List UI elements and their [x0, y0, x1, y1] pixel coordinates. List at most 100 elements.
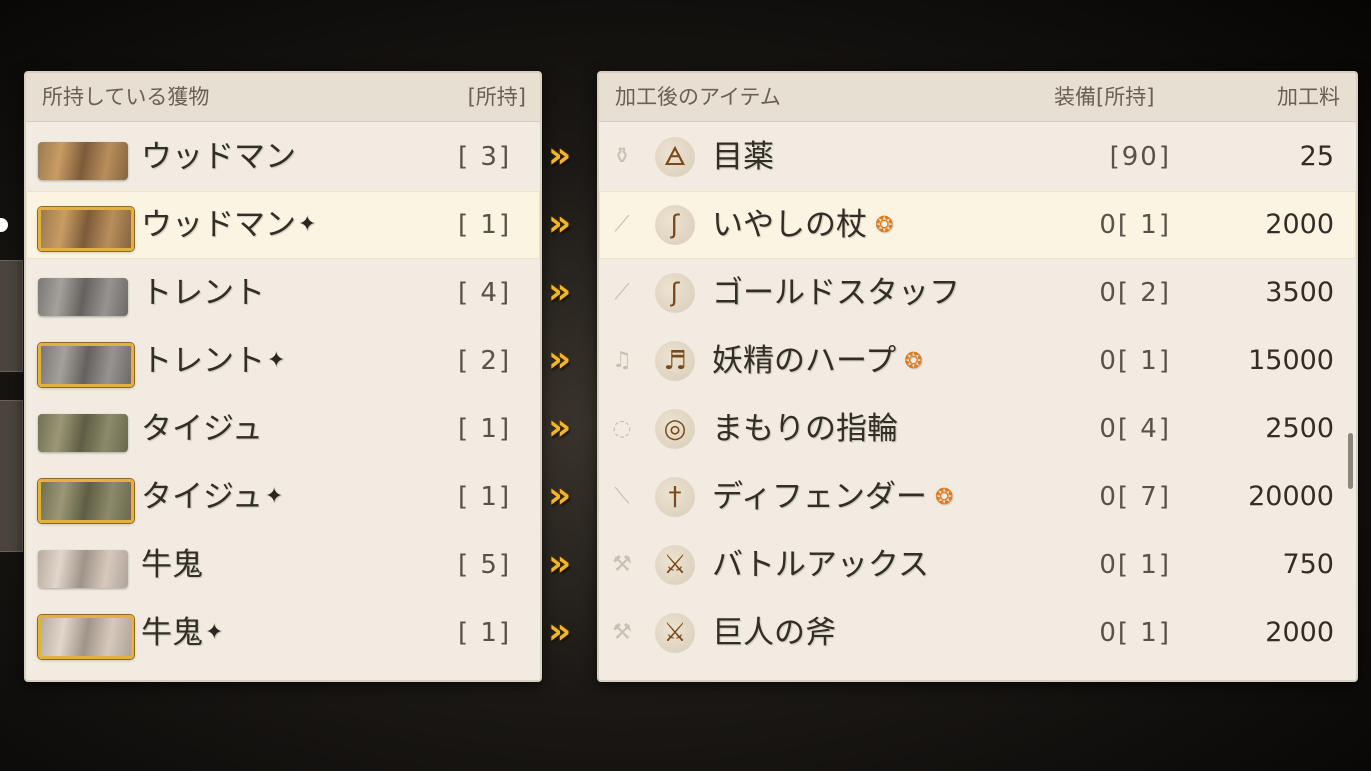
material-thumbnail [38, 414, 128, 452]
crafted-item-row[interactable]: ⟋ ʃ ゴールドスタッフ 0[ 2] 3500 [599, 259, 1356, 327]
craft-arrow-icon[interactable]: » [548, 476, 588, 516]
material-name-text: 牛鬼 [141, 547, 203, 583]
owned-materials-panel: 所持している獲物 [所持] ウッドマン[ 3] ウッドマン✦[ 1] トレント[ 4… [24, 71, 542, 682]
material-count: [ 1] [458, 414, 512, 444]
crafted-item-row[interactable]: ⚒ ⚔ 巨人の斧 0[ 1] 2000 [599, 599, 1356, 667]
equip-owned-count: 0[ 4] [1099, 414, 1171, 444]
crafted-item-name-text: 巨人の斧 [712, 615, 836, 651]
crafted-item-name-text: 妖精のハープ [712, 343, 897, 379]
material-name: タイジュ [141, 395, 263, 463]
craft-arrow-icon[interactable]: » [548, 136, 588, 176]
crafted-item-row[interactable]: ♫ ♬ 妖精のハープ ❂ 0[ 1] 15000 [599, 327, 1356, 395]
material-count: [ 4] [458, 278, 512, 308]
crafted-item-row[interactable]: ⟍ † ディフェンダー ❂ 0[ 7] 20000 [599, 463, 1356, 531]
craft-fee: 2000 [1265, 617, 1334, 648]
gold-staff-icon: ʃ [655, 273, 695, 313]
crafted-item-row[interactable]: ⟋ ʃ いやしの杖 ❂ 0[ 1] 2000 [599, 191, 1356, 259]
craft-fee: 3500 [1265, 277, 1334, 308]
material-thumbnail [38, 550, 128, 588]
equip-owned-count: [90] [1109, 142, 1171, 172]
potion-icon: 🜁 [655, 137, 695, 177]
potion-category-icon: ⚱ [612, 144, 632, 169]
owned-materials-header: 所持している獲物 [所持] [26, 73, 540, 122]
cursor-pointer [0, 218, 8, 232]
rare-sparkle-icon: ✦ [298, 212, 317, 237]
material-row[interactable]: ウッドマン [ 3] [26, 123, 540, 191]
crafted-item-name: ゴールドスタッフ [712, 259, 960, 327]
material-thumbnail [38, 207, 134, 251]
material-row[interactable]: タイジュ [ 1] [26, 395, 540, 463]
material-name-text: タイジュ [141, 479, 263, 515]
material-count: [ 2] [458, 346, 512, 376]
craft-fee: 25 [1299, 141, 1334, 172]
material-row[interactable]: トレント [ 4] [26, 259, 540, 327]
material-row[interactable]: トレント✦ [ 2] [26, 327, 540, 395]
material-row[interactable]: タイジュ✦ [ 1] [26, 463, 540, 531]
staff-category-icon: ⟋ [614, 212, 630, 237]
material-thumbnail [38, 343, 134, 387]
crafted-item-name: ディフェンダー ❂ [712, 463, 953, 532]
crafted-item-name-text: ディフェンダー [712, 479, 927, 515]
craft-arrow-icon[interactable]: » [548, 612, 588, 652]
material-thumbnail [38, 278, 128, 316]
crafted-item-name-text: いやしの杖 [712, 207, 867, 243]
material-name: トレント [141, 259, 265, 327]
sword-icon: † [655, 477, 695, 517]
owned-materials-title: 所持している獲物 [42, 85, 210, 109]
equip-owned-count: 0[ 2] [1099, 278, 1171, 308]
crafted-items-header: 加工後のアイテム 装備[所持] 加工料 [599, 73, 1356, 122]
harp-category-icon: ♫ [612, 348, 632, 373]
material-name: ウッドマン [141, 123, 296, 191]
craft-arrow-icon[interactable]: » [548, 340, 588, 380]
rare-sparkle-icon: ✦ [267, 348, 286, 373]
material-name: 牛鬼✦ [141, 599, 223, 667]
crafted-item-name: まもりの指輪 [712, 395, 898, 463]
craft-arrow-icon[interactable]: » [548, 272, 588, 312]
crafted-item-row[interactable]: ⚒ ⚔ バトルアックス 0[ 1] 750 [599, 531, 1356, 599]
material-row[interactable]: 牛鬼 [ 5] [26, 531, 540, 599]
recommended-icon: ❂ [934, 485, 954, 510]
material-name-text: ウッドマン [141, 207, 296, 243]
material-name: タイジュ✦ [141, 463, 283, 531]
ring-category-icon: ◌ [612, 416, 632, 441]
material-row[interactable]: 牛鬼✦ [ 1] [26, 599, 540, 667]
scrollbar[interactable] [1348, 433, 1353, 489]
crafted-item-name: いやしの杖 ❂ [712, 191, 893, 260]
material-name: 牛鬼 [141, 531, 203, 599]
material-name: トレント✦ [141, 327, 285, 395]
material-name-text: トレント [141, 275, 265, 311]
craft-arrow-icon[interactable]: » [548, 544, 588, 584]
rare-sparkle-icon: ✦ [205, 620, 224, 645]
material-thumbnail [38, 142, 128, 180]
staff-category-icon: ⟋ [614, 280, 630, 305]
material-row[interactable]: ウッドマン✦ [ 1] [26, 191, 540, 259]
craft-arrow-icon[interactable]: » [548, 204, 588, 244]
material-name-text: ウッドマン [141, 139, 296, 175]
material-count: [ 1] [458, 618, 512, 648]
crafted-items-panel: 加工後のアイテム 装備[所持] 加工料 ⚱ 🜁 目薬 [90] 25 ⟋ ʃ いやしの杖 ❂ 0[… [597, 71, 1358, 682]
equip-owned-count: 0[ 1] [1099, 618, 1171, 648]
crafted-item-row[interactable]: ◌ ◎ まもりの指輪 0[ 4] 2500 [599, 395, 1356, 463]
crafted-item-name: 巨人の斧 [712, 599, 836, 667]
material-name-text: タイジュ [141, 411, 263, 447]
giant-axe-icon: ⚔ [655, 613, 695, 653]
craft-fee: 2000 [1265, 209, 1334, 240]
material-count: [ 1] [458, 482, 512, 512]
recommended-icon: ❂ [904, 349, 923, 374]
rare-sparkle-icon: ✦ [264, 484, 284, 509]
axe-category-icon: ⚒ [612, 552, 632, 577]
crafted-item-name-text: バトルアックス [712, 547, 929, 583]
crafted-item-name: 目薬 [712, 123, 774, 191]
material-name-text: トレント [141, 343, 265, 379]
equip-owned-count: 0[ 1] [1099, 550, 1171, 580]
crafted-item-name-text: ゴールドスタッフ [712, 275, 960, 311]
battle-axe-icon: ⚔ [655, 545, 695, 585]
recommended-icon: ❂ [875, 213, 894, 238]
material-count: [ 3] [458, 142, 512, 172]
craft-arrow-icon[interactable]: » [548, 408, 588, 448]
equip-owned-header: 装備[所持] [1054, 85, 1155, 109]
material-thumbnail [38, 615, 134, 659]
craft-fee-header: 加工料 [1277, 85, 1340, 109]
crafted-item-name-text: 目薬 [712, 139, 774, 175]
crafted-item-row[interactable]: ⚱ 🜁 目薬 [90] 25 [599, 123, 1356, 191]
